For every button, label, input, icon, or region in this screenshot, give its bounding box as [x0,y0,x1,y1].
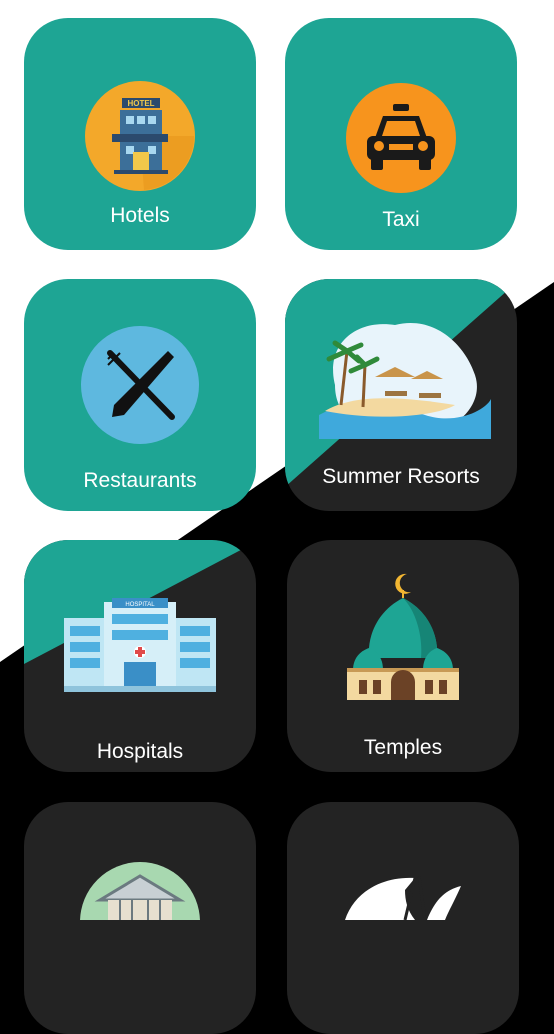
tile-taxi[interactable]: Taxi [285,18,517,250]
hotel-sign-text: HOTEL [127,99,154,108]
tile-label: Hospitals [96,740,184,763]
tile-label: Summer Resorts [322,465,480,488]
tile-restaurants[interactable]: Restaurants [24,279,256,511]
leaf-icon [345,860,465,925]
tile-leaf[interactable] [287,802,519,1034]
taxi-icon [345,82,457,199]
tile-hospitals[interactable]: HOSPITAL Hospitals [24,540,256,772]
hospital-sign-text: HOSPITAL [125,602,155,608]
tile-hotels[interactable]: HOTEL Hotels [24,18,256,250]
tile-temples[interactable]: Temples [287,540,519,772]
hotel-icon: HOTEL [84,80,196,197]
tile-label: Hotels [110,204,170,227]
hospital-icon: HOSPITAL [64,596,216,697]
tile-building[interactable] [24,802,256,1034]
tile-summer-resorts[interactable]: Summer Resorts [285,279,517,511]
restaurant-icon [80,325,200,450]
tile-label: Temples [363,736,443,759]
tile-label: Taxi [382,208,420,231]
tile-label: Restaurants [83,469,197,492]
building-icon [80,860,200,982]
temple-icon [339,570,467,707]
beach-resort-icon [315,315,491,444]
